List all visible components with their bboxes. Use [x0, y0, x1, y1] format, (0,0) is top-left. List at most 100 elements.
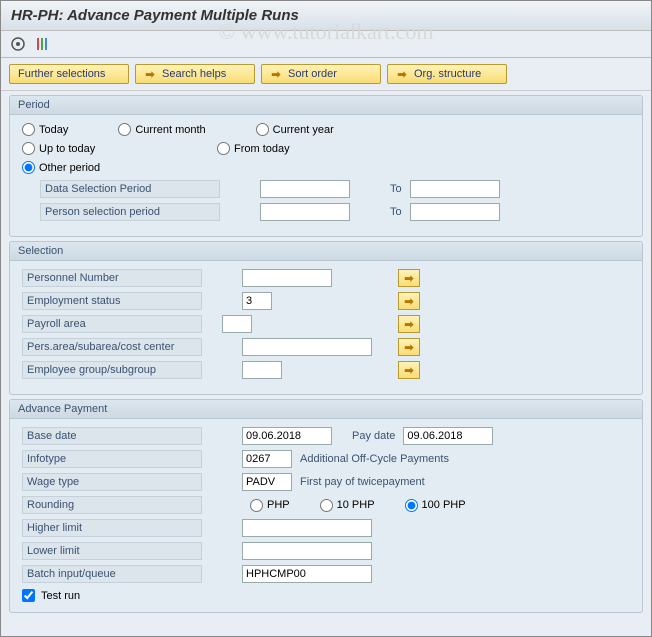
radio-row-1: Today Current month Current year — [22, 123, 630, 136]
pers-area-row: Pers.area/subarea/cost center ➡ — [22, 338, 630, 356]
radio-input[interactable] — [22, 161, 35, 174]
sort-order-button[interactable]: ➡ Sort order — [261, 64, 381, 84]
radio-input[interactable] — [256, 123, 269, 136]
pay-date-input[interactable] — [403, 427, 493, 445]
panel-title: Selection — [10, 242, 642, 261]
panel-body: Base date Pay date Infotype Additional O… — [10, 419, 642, 612]
variant-icon[interactable] — [33, 35, 51, 53]
field-label: Employee group/subgroup — [22, 361, 202, 379]
lookup-button[interactable]: ➡ — [398, 292, 420, 310]
emp-status-row: Employment status ➡ — [22, 292, 630, 310]
radio-10php[interactable]: 10 PHP — [320, 499, 375, 512]
person-sel-to-input[interactable] — [410, 203, 500, 221]
lookup-button[interactable]: ➡ — [398, 338, 420, 356]
rounding-row: Rounding PHP 10 PHP 100 PHP — [22, 496, 630, 514]
base-date-input[interactable] — [242, 427, 332, 445]
person-selection-row: Person selection period To — [40, 203, 630, 221]
emp-group-input[interactable] — [242, 361, 282, 379]
lookup-button[interactable]: ➡ — [398, 361, 420, 379]
radio-php[interactable]: PHP — [250, 499, 290, 512]
radio-input[interactable] — [22, 123, 35, 136]
person-sel-from-input[interactable] — [260, 203, 350, 221]
radio-row-2: Up to today From today — [22, 142, 630, 155]
radio-current-month[interactable]: Current month — [118, 123, 205, 136]
field-label: Payroll area — [22, 315, 202, 333]
lookup-button[interactable]: ➡ — [398, 315, 420, 333]
lower-limit-row: Lower limit — [22, 542, 630, 560]
field-label: Data Selection Period — [40, 180, 220, 198]
lower-limit-input[interactable] — [242, 542, 372, 560]
radio-current-year[interactable]: Current year — [256, 123, 334, 136]
radio-label: PHP — [267, 499, 290, 511]
emp-group-row: Employee group/subgroup ➡ — [22, 361, 630, 379]
radio-label: From today — [234, 143, 290, 155]
batch-row: Batch input/queue — [22, 565, 630, 583]
wage-input[interactable] — [242, 473, 292, 491]
infotype-input[interactable] — [242, 450, 292, 468]
payroll-row: Payroll area ➡ — [22, 315, 630, 333]
radio-label: 10 PHP — [337, 499, 375, 511]
base-date-row: Base date Pay date — [22, 427, 630, 445]
test-run-checkbox[interactable] — [22, 589, 35, 602]
pay-date-label: Pay date — [352, 430, 395, 442]
to-label: To — [390, 206, 402, 218]
radio-input[interactable] — [118, 123, 131, 136]
button-label: Sort order — [288, 68, 337, 80]
wage-desc: First pay of twicepayment — [300, 476, 425, 488]
higher-limit-input[interactable] — [242, 519, 372, 537]
rounding-options: PHP 10 PHP 100 PHP — [250, 499, 466, 512]
payroll-input[interactable] — [222, 315, 252, 333]
radio-other-period[interactable]: Other period — [22, 161, 100, 174]
panel-body: Personnel Number ➡ Employment status ➡ P… — [10, 261, 642, 394]
personnel-input[interactable] — [242, 269, 332, 287]
radio-label: Other period — [39, 162, 100, 174]
pers-area-input[interactable] — [242, 338, 372, 356]
radio-input[interactable] — [405, 499, 418, 512]
data-sel-from-input[interactable] — [260, 180, 350, 198]
title-bar: HR-PH: Advance Payment Multiple Runs — [1, 1, 651, 31]
panel-body: Today Current month Current year Up to t… — [10, 115, 642, 236]
field-label: Batch input/queue — [22, 565, 202, 583]
radio-label: Up to today — [39, 143, 95, 155]
infotype-desc: Additional Off-Cycle Payments — [300, 453, 449, 465]
radio-input[interactable] — [320, 499, 333, 512]
field-label: Base date — [22, 427, 202, 445]
selection-panel: Selection Personnel Number ➡ Employment … — [9, 241, 643, 395]
radio-label: Today — [39, 124, 68, 136]
execute-icon[interactable] — [9, 35, 27, 53]
radio-label: 100 PHP — [422, 499, 466, 511]
radio-label: Current month — [135, 124, 205, 136]
radio-input[interactable] — [22, 142, 35, 155]
advance-panel: Advance Payment Base date Pay date Infot… — [9, 399, 643, 613]
toolbar — [1, 31, 651, 58]
to-label: To — [390, 183, 402, 195]
field-label: Rounding — [22, 496, 202, 514]
test-run-row: Test run — [22, 589, 630, 602]
radio-100php[interactable]: 100 PHP — [405, 499, 466, 512]
further-selections-button[interactable]: Further selections — [9, 64, 129, 84]
arrow-right-icon: ➡ — [144, 68, 156, 80]
data-sel-to-input[interactable] — [410, 180, 500, 198]
app-window: HR-PH: Advance Payment Multiple Runs © w… — [0, 0, 652, 637]
emp-status-input[interactable] — [242, 292, 272, 310]
search-helps-button[interactable]: ➡ Search helps — [135, 64, 255, 84]
data-selection-row: Data Selection Period To — [40, 180, 630, 198]
page-title: HR-PH: Advance Payment Multiple Runs — [11, 7, 299, 24]
panel-title: Advance Payment — [10, 400, 642, 419]
radio-input[interactable] — [217, 142, 230, 155]
radio-today[interactable]: Today — [22, 123, 68, 136]
arrow-right-icon: ➡ — [270, 68, 282, 80]
button-label: Org. structure — [414, 68, 481, 80]
button-label: Search helps — [162, 68, 226, 80]
org-structure-button[interactable]: ➡ Org. structure — [387, 64, 507, 84]
field-label: Infotype — [22, 450, 202, 468]
lookup-button[interactable]: ➡ — [398, 269, 420, 287]
field-label: Person selection period — [40, 203, 220, 221]
field-label: Pers.area/subarea/cost center — [22, 338, 202, 356]
personnel-row: Personnel Number ➡ — [22, 269, 630, 287]
radio-row-3: Other period — [22, 161, 630, 174]
radio-input[interactable] — [250, 499, 263, 512]
radio-up-to-today[interactable]: Up to today — [22, 142, 167, 155]
radio-from-today[interactable]: From today — [217, 142, 290, 155]
batch-input[interactable] — [242, 565, 372, 583]
